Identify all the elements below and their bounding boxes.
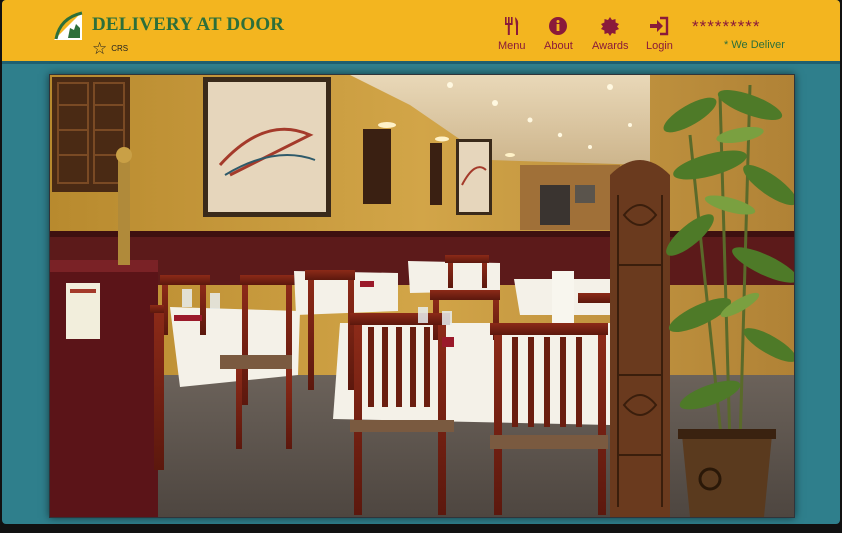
sub-logo-label: CRS — [111, 44, 129, 53]
info-icon — [548, 16, 568, 36]
restaurant-interior-image — [49, 74, 795, 518]
tagline: * We Deliver — [724, 39, 785, 51]
star-icon: ☆ — [92, 39, 108, 58]
brand-name[interactable]: DELIVERY AT DOOR — [92, 14, 284, 36]
sub-logo: ☆ CRS — [92, 40, 128, 57]
nav-about-label: About — [544, 40, 573, 52]
nav-about[interactable]: About — [544, 16, 573, 52]
nav-login[interactable]: Login — [646, 16, 673, 52]
nav-awards-label: Awards — [592, 40, 629, 52]
award-seal-icon — [600, 16, 620, 36]
logo-icon[interactable] — [52, 10, 84, 42]
page-frame: DELIVERY AT DOOR ☆ CRS Menu About Awards… — [2, 0, 840, 524]
login-icon — [648, 16, 670, 36]
nav-awards[interactable]: Awards — [592, 16, 628, 52]
site-header: DELIVERY AT DOOR ☆ CRS Menu About Awards… — [2, 0, 840, 64]
nav-login-label: Login — [646, 40, 673, 52]
nav-menu-label: Menu — [498, 40, 526, 52]
nav-menu[interactable]: Menu — [498, 16, 526, 52]
fork-knife-icon — [502, 16, 522, 36]
masked-text: ********* — [692, 17, 761, 36]
